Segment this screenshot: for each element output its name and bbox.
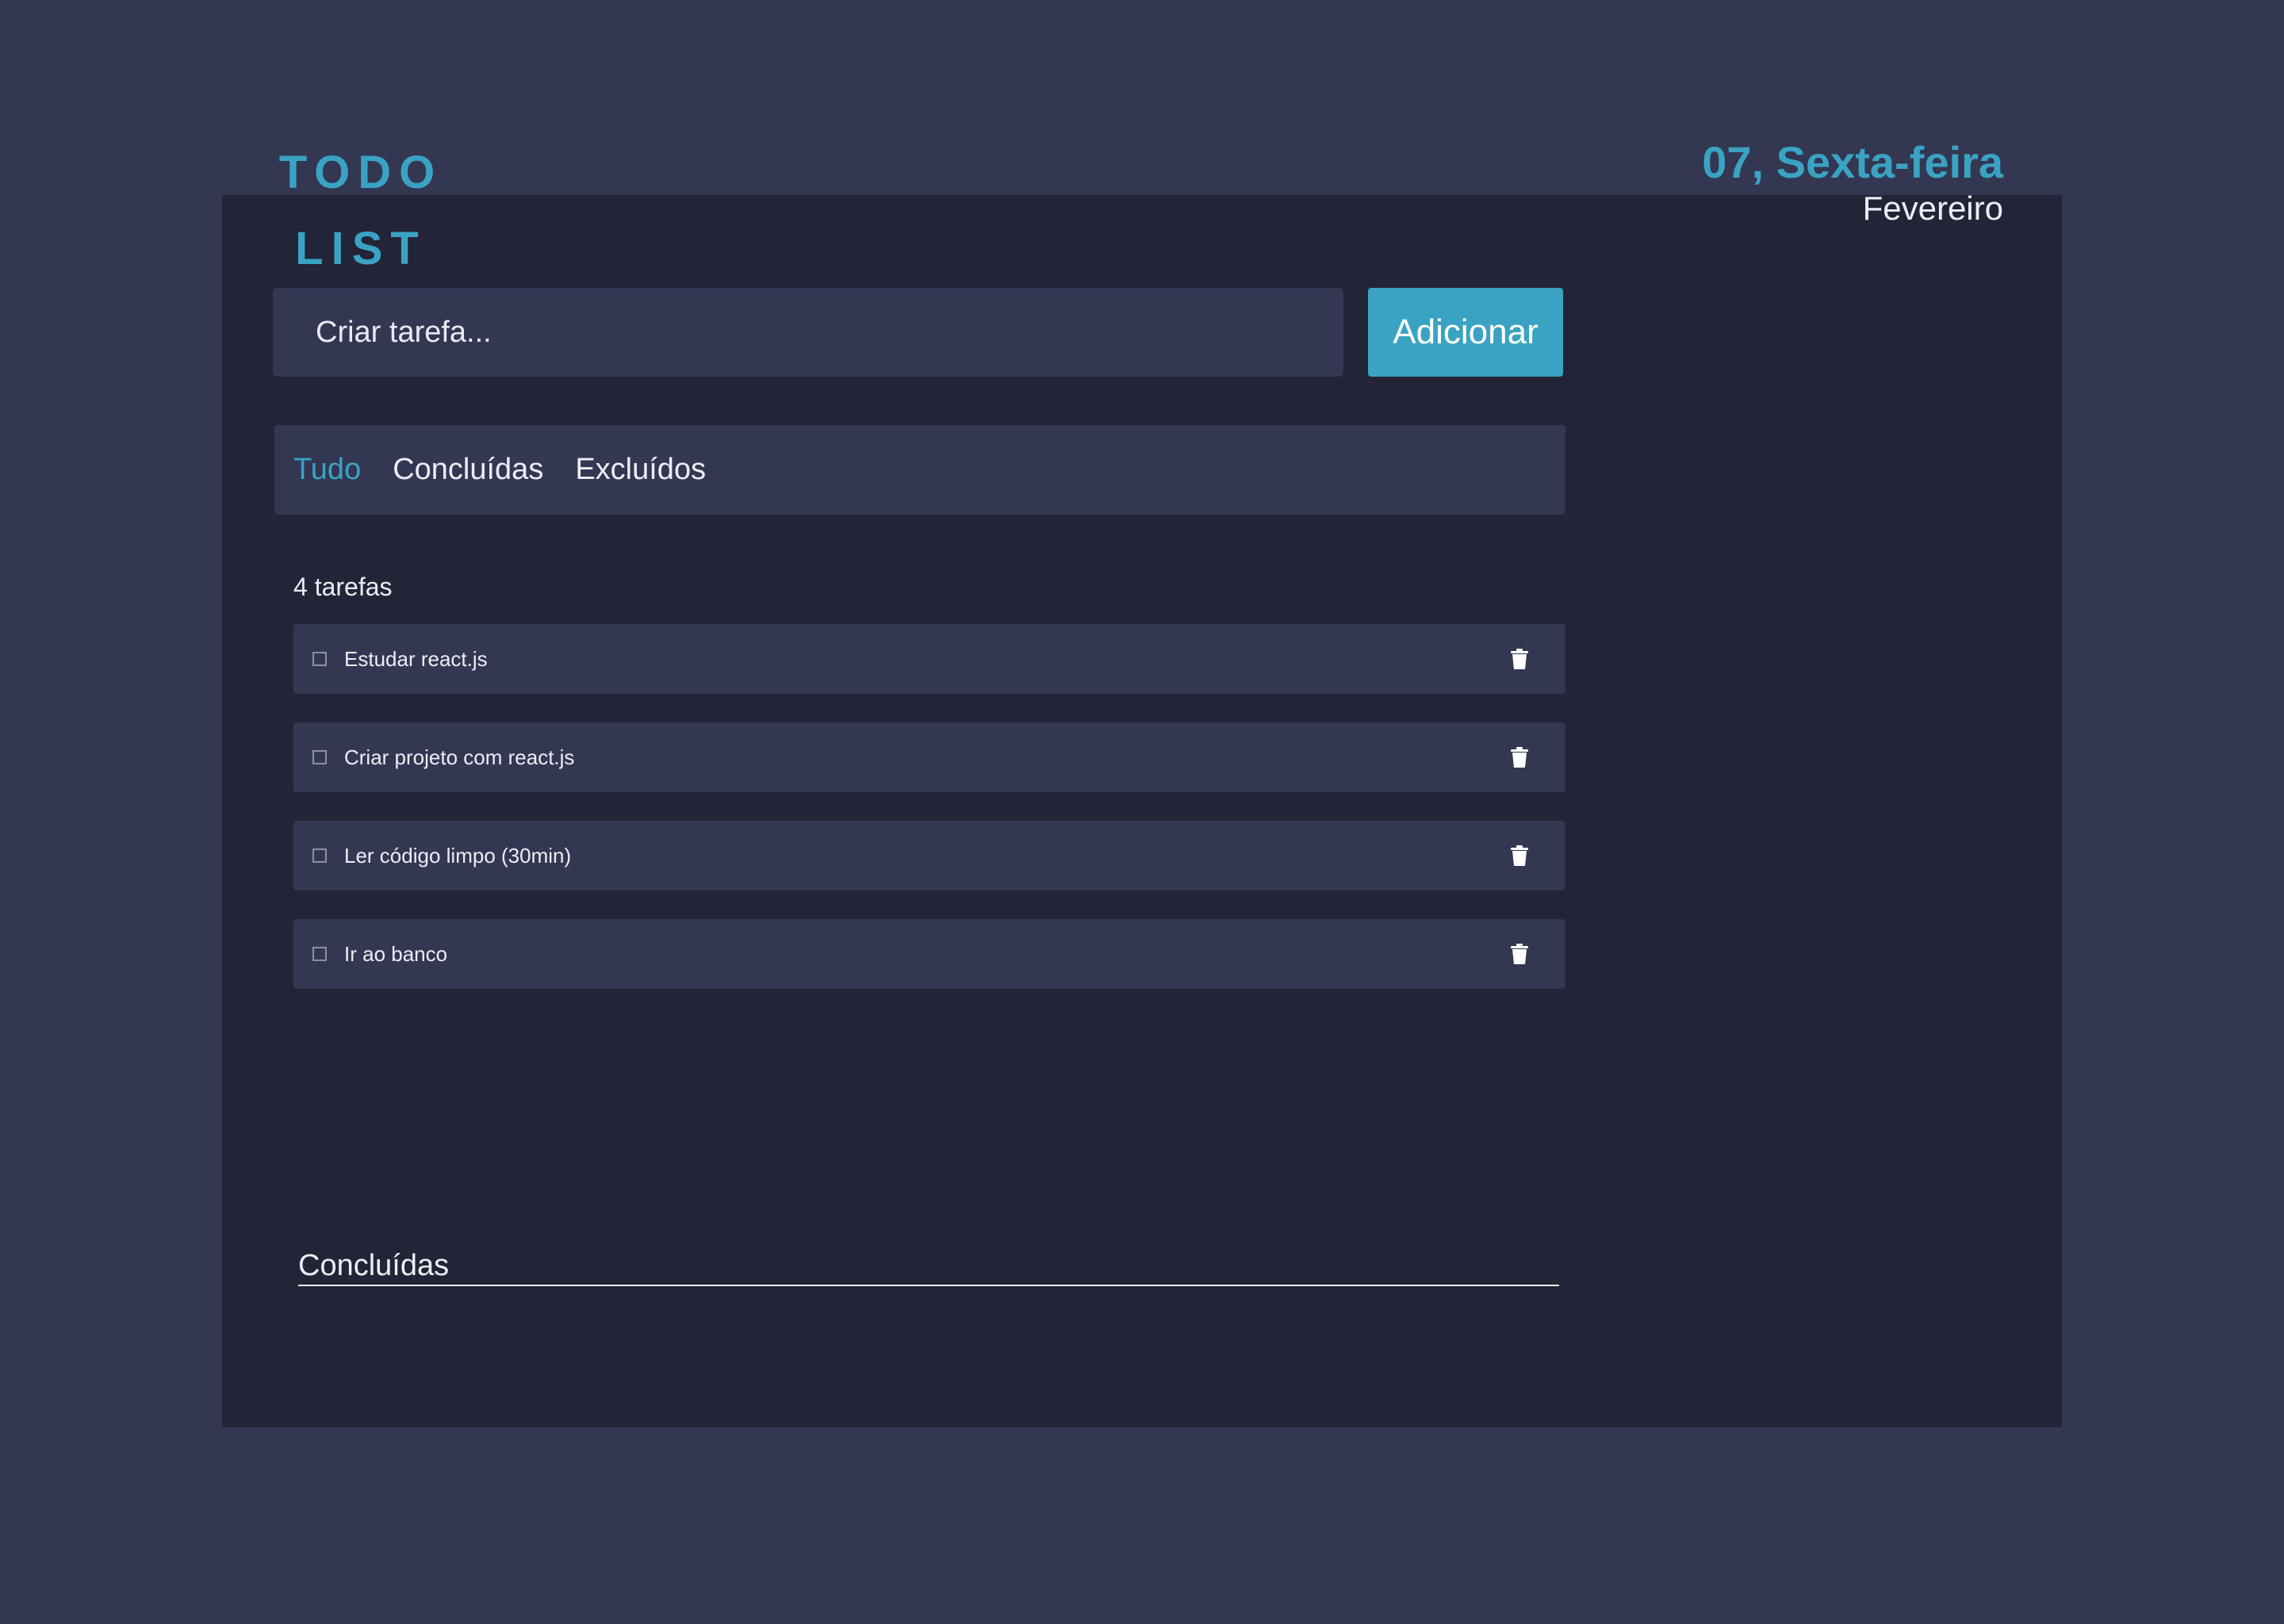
logo-line-2: LIST	[295, 223, 427, 274]
tab-all[interactable]: Tudo	[293, 453, 361, 487]
date-day: 07, Sexta-feira	[1702, 137, 2003, 187]
task-item: Ler código limpo (30min)	[293, 821, 1565, 891]
trash-icon[interactable]	[1510, 943, 1529, 965]
task-text: Ler código limpo (30min)	[344, 843, 572, 868]
add-task-button[interactable]: Adicionar	[1368, 288, 1563, 377]
trash-icon[interactable]	[1510, 845, 1529, 867]
trash-icon[interactable]	[1510, 648, 1529, 670]
task-item: Ir ao banco	[293, 919, 1565, 989]
task-text: Criar projeto com react.js	[344, 745, 575, 769]
new-task-input[interactable]	[273, 288, 1343, 377]
checkbox-icon[interactable]	[312, 750, 327, 764]
logo-line-1: TODO	[278, 147, 443, 198]
date-display: 07, Sexta-feira Fevereiro	[1702, 135, 2003, 227]
date-month: Fevereiro	[1862, 190, 2003, 227]
task-text: Estudar react.js	[344, 646, 488, 671]
checkbox-icon[interactable]	[312, 947, 327, 961]
task-item: Estudar react.js	[293, 624, 1565, 694]
tab-completed[interactable]: Concluídas	[393, 453, 543, 487]
trash-icon[interactable]	[1510, 746, 1529, 768]
app-logo: TODO LIST	[278, 135, 444, 287]
checkbox-icon[interactable]	[312, 848, 327, 863]
task-item: Criar projeto com react.js	[293, 722, 1565, 792]
task-list: Estudar react.js Criar projeto com react…	[293, 624, 1565, 1017]
checkbox-icon[interactable]	[312, 652, 327, 666]
task-count: 4 tarefas	[293, 573, 393, 601]
filter-tabs: Tudo Concluídas Excluídos	[274, 425, 1565, 515]
completed-section-title: Concluídas	[298, 1249, 1559, 1286]
tab-deleted[interactable]: Excluídos	[575, 453, 706, 487]
task-text: Ir ao banco	[344, 941, 448, 966]
